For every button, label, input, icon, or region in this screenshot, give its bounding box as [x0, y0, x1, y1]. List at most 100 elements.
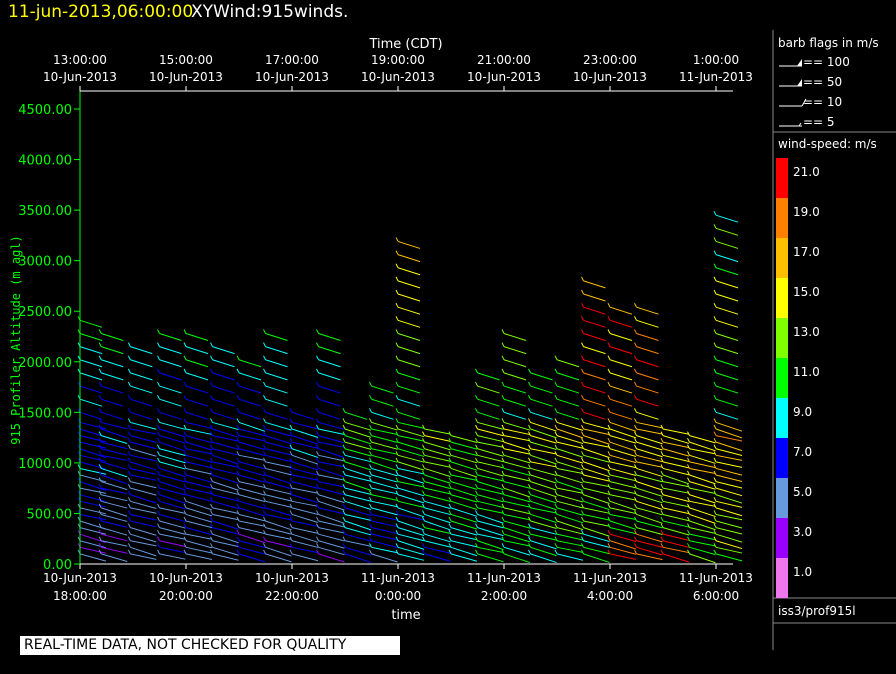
- wind-barb: [318, 359, 341, 368]
- wind-barb: [79, 398, 103, 407]
- wind-barb-flag: [342, 431, 346, 436]
- wind-barb-flag: [127, 503, 131, 509]
- wind-barb: [609, 533, 637, 543]
- wind-barb: [609, 359, 633, 368]
- wind-barb-flag: [157, 457, 160, 463]
- wind-barb: [556, 540, 584, 547]
- wind-barb: [397, 254, 421, 263]
- wind-barb-flag: [127, 342, 131, 347]
- wind-barb: [609, 306, 633, 315]
- wind-barb: [265, 421, 292, 431]
- wind-barb-flag: [342, 497, 346, 502]
- wind-barb: [371, 481, 398, 490]
- wind-barb: [318, 487, 345, 496]
- wind-barb-flag: [554, 437, 558, 443]
- wind-barb: [397, 372, 421, 381]
- wind-barb-flag: [713, 237, 717, 242]
- wind-barb-flag: [713, 483, 717, 489]
- x-tick-time: 6:00:00: [693, 589, 739, 603]
- speed-color-label: 7.0: [793, 445, 812, 459]
- wind-profile-column: [422, 424, 451, 562]
- wind-barb-flag: [475, 510, 478, 515]
- wind-barb-flag: [554, 483, 558, 489]
- wind-barb: [318, 441, 345, 448]
- wind-barb: [79, 546, 107, 554]
- wind-barb-flag: [210, 381, 213, 387]
- wind-barb-flag: [713, 523, 717, 528]
- wind-barb: [583, 513, 610, 521]
- wind-barb-flag: [210, 418, 213, 423]
- wind-barb-flag: [607, 437, 611, 443]
- wind-barb: [397, 448, 425, 457]
- wind-barb: [636, 500, 663, 510]
- wind-barb-flag: [713, 549, 717, 555]
- wind-barb-flag: [210, 437, 213, 443]
- wind-barb-flag: [127, 536, 131, 541]
- wind-barb-flag: [660, 483, 664, 489]
- speed-color-swatch: [776, 238, 788, 278]
- wind-barb-flag: [581, 437, 584, 443]
- wind-barb: [212, 411, 235, 420]
- wind-barb: [715, 319, 739, 328]
- wind-barb-flag: [98, 408, 102, 413]
- wind-barb: [130, 435, 157, 443]
- wind-barb: [291, 494, 319, 504]
- wind-barb: [212, 346, 235, 355]
- wind-barb: [583, 359, 606, 368]
- wind-barb-flag: [501, 543, 505, 548]
- wind-barb: [318, 421, 345, 430]
- wind-barb: [130, 428, 157, 435]
- wind-barb-flag: [581, 276, 584, 282]
- wind-barb: [159, 533, 186, 540]
- wind-barb-flag: [607, 497, 611, 502]
- wind-barb-flag: [157, 418, 160, 423]
- wind-barb: [265, 428, 292, 437]
- wind-barb: [636, 359, 659, 368]
- wind-barb: [662, 533, 690, 541]
- x-tick-time: 20:00:00: [159, 589, 213, 603]
- wind-barb: [662, 487, 690, 494]
- wind-barb: [397, 553, 425, 561]
- wind-barb-flag: [634, 437, 637, 443]
- wind-barb: [662, 428, 690, 435]
- wind-barb: [185, 494, 213, 502]
- wind-barb-flag: [607, 464, 611, 469]
- wind-barb: [159, 546, 186, 554]
- wind-barb-flag: [395, 355, 399, 360]
- wind-barb: [636, 533, 663, 543]
- wind-barb-flag: [660, 529, 664, 535]
- wind-barb-flag: [528, 470, 531, 476]
- wind-barb: [238, 441, 266, 451]
- wind-barb-flag: [395, 381, 399, 387]
- wind-barb: [397, 411, 421, 420]
- wind-barb: [159, 474, 186, 483]
- wind-barb: [556, 359, 580, 368]
- wind-barb: [477, 385, 500, 394]
- wind-barb-flag: [236, 368, 240, 374]
- wind-barb: [450, 435, 478, 443]
- wind-profile-column: [316, 329, 345, 563]
- wind-barb-flag: [713, 355, 717, 360]
- y-tick-label: 500.00: [27, 507, 73, 522]
- wind-barb: [609, 332, 633, 341]
- wind-barb-flag: [634, 394, 637, 400]
- wind-barb-flag: [263, 381, 266, 387]
- wind-barb: [397, 533, 425, 542]
- wind-barb-flag: [210, 342, 213, 347]
- wind-barb: [450, 527, 478, 536]
- wind-barb-flag: [607, 302, 611, 308]
- wind-barb-flag: [687, 451, 690, 456]
- wind-barb-flag: [581, 394, 584, 400]
- wind-profile-column: [98, 329, 128, 562]
- wind-barb: [450, 520, 478, 530]
- wind-barb: [371, 494, 398, 501]
- wind-barb: [715, 474, 743, 483]
- wind-barb: [636, 507, 663, 516]
- wind-barb-flag: [183, 444, 187, 449]
- wind-barb-flag: [263, 536, 266, 541]
- wind-barb-flag: [236, 523, 240, 528]
- wind-barb: [291, 411, 315, 420]
- wind-barb: [424, 487, 451, 495]
- wind-barb-flag: [475, 477, 478, 482]
- wind-barb-flag: [263, 444, 266, 449]
